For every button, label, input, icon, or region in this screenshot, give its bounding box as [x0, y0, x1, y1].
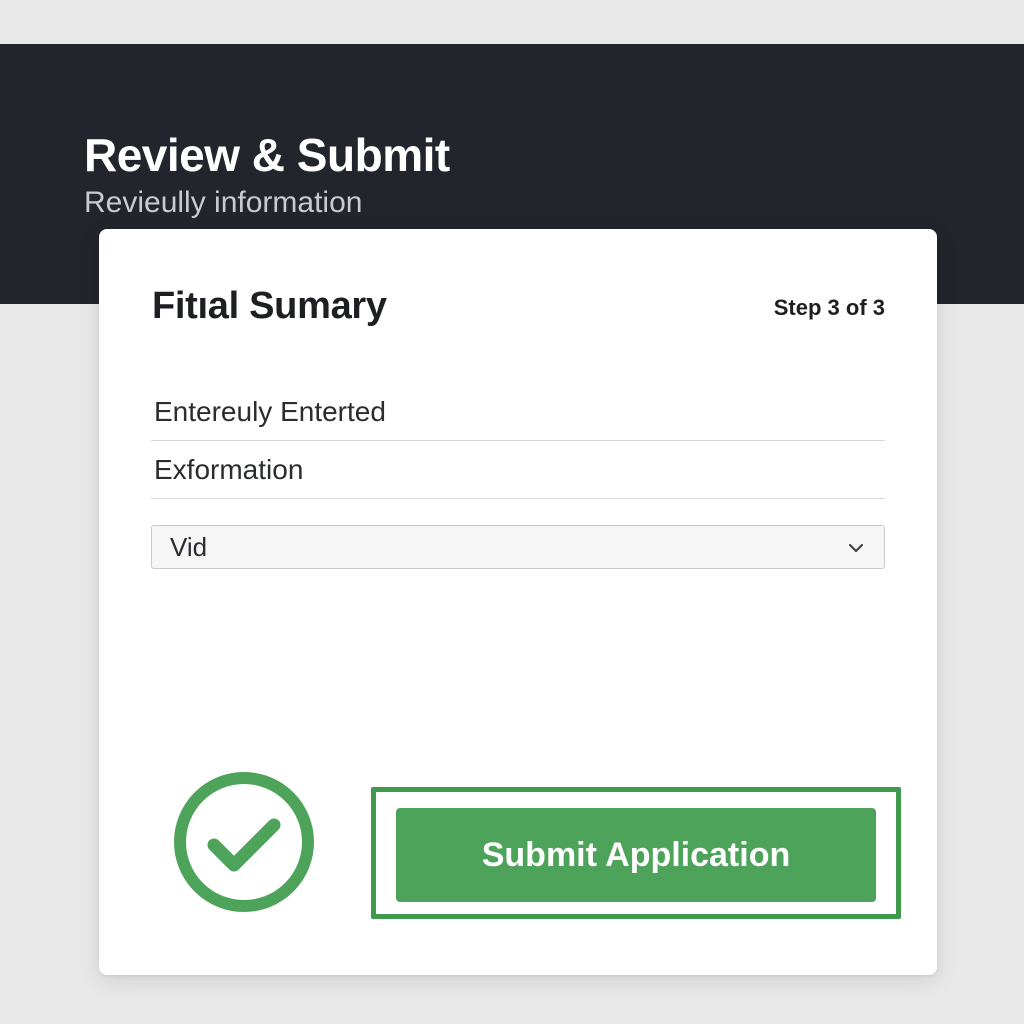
summary-field: Exformation — [151, 441, 885, 499]
select-value: Vid — [170, 532, 208, 562]
page-subtitle: Revieully information — [84, 186, 363, 219]
card-title: Fitıal Sumary — [152, 285, 387, 327]
summary-field-value: Exformation — [154, 454, 304, 485]
page-title: Review & Submit — [84, 129, 450, 181]
submit-application-button[interactable]: Submit Application — [396, 808, 876, 902]
option-select[interactable]: Vid — [151, 525, 885, 569]
submit-button-focus-frame: Submit Application — [371, 787, 901, 919]
top-strip — [0, 0, 1024, 44]
page: Review & Submit Revieully information Fi… — [0, 0, 1024, 1024]
summary-field-value: Entereuly Enterted — [154, 396, 386, 427]
check-circle-icon — [174, 772, 314, 912]
step-indicator: Step 3 of 3 — [773, 295, 885, 320]
chevron-down-icon — [849, 544, 863, 552]
summary-field: Entereuly Enterted — [151, 385, 885, 441]
summary-card: Fitıal Sumary Step 3 of 3 Entereuly Ente… — [99, 229, 937, 975]
